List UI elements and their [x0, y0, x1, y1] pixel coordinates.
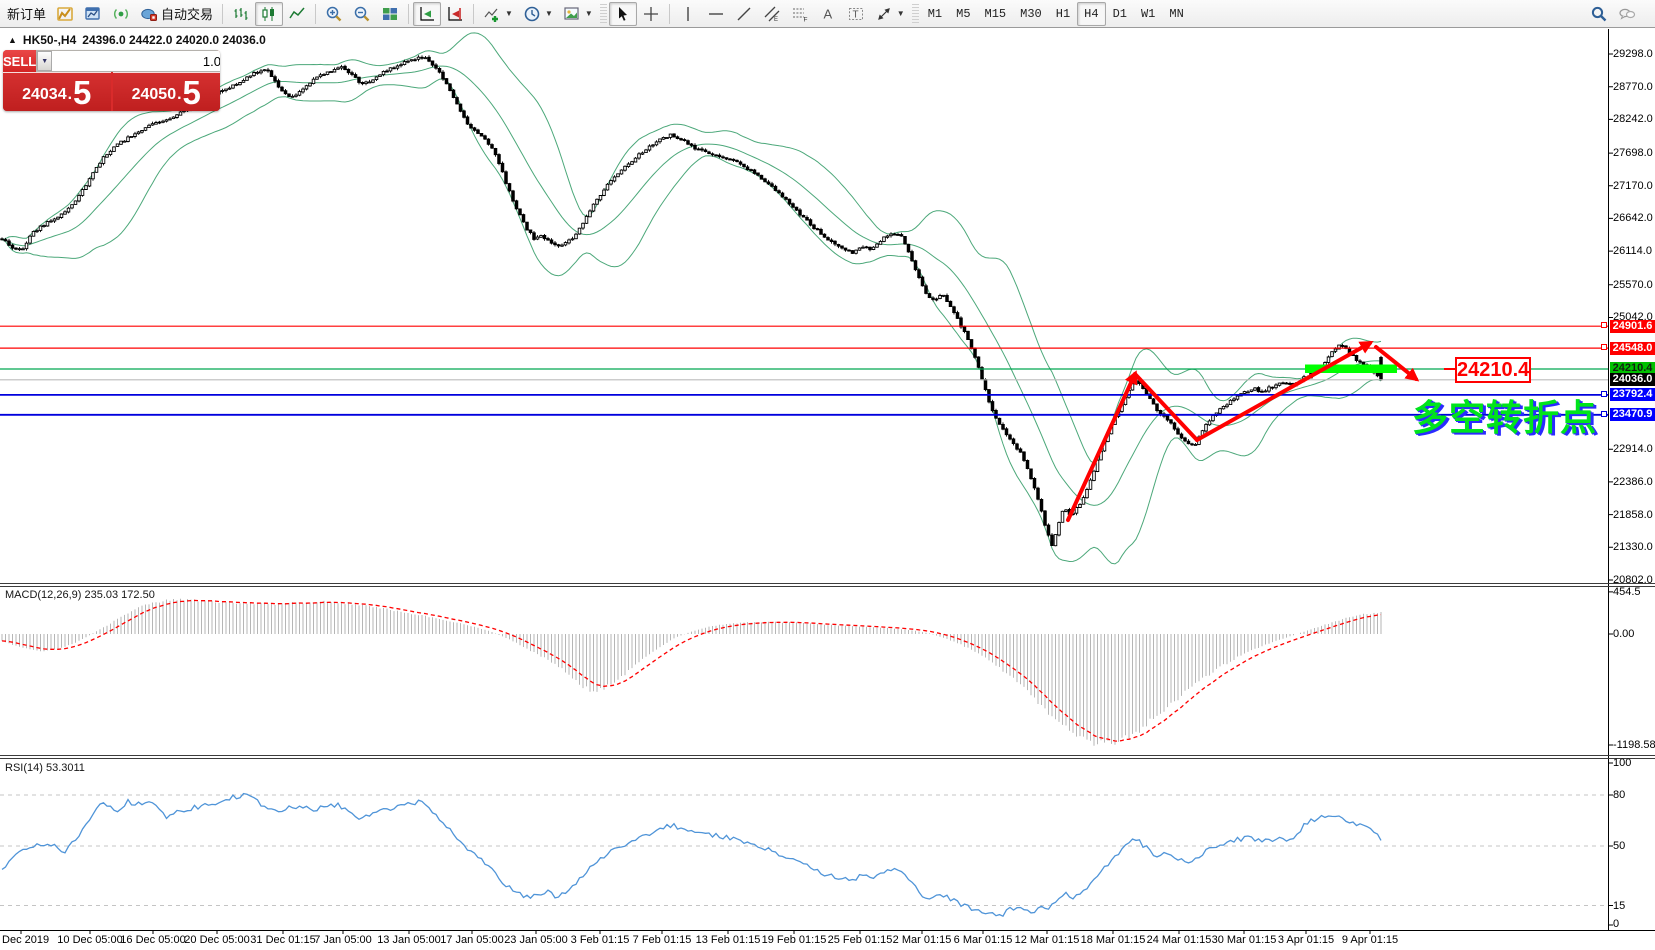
rsi-indicator-label: RSI(14) 53.3011 [5, 762, 85, 774]
price-tick-label: 27170.0 [1613, 180, 1653, 193]
time-tick-label: 10 Dec 05:00 [57, 934, 122, 946]
time-tick-label: 25 Feb 01:15 [828, 934, 893, 946]
sell-price-pips: 5 [73, 78, 91, 108]
order-line-label: 24548.0 [1610, 342, 1655, 355]
price-tick-label: 29298.0 [1613, 48, 1653, 61]
sell-price-tile[interactable]: 24034 . 5 [3, 72, 111, 111]
volume-stepper: ▼ ▲ [36, 50, 220, 72]
price-tick-label: 28770.0 [1613, 81, 1653, 94]
chart-canvas[interactable] [0, 0, 1655, 950]
price-tick-label: 22386.0 [1613, 476, 1653, 489]
turning-point-annotation[interactable]: 多空转折点 [1412, 389, 1597, 441]
rsi-tick-label: 0 [1613, 918, 1619, 931]
sell-price-main: 24034 [22, 82, 67, 108]
price-callout-box[interactable]: 24210.4 [1455, 357, 1531, 383]
time-tick-label: 13 Jan 05:00 [377, 934, 441, 946]
time-tick-label: 9 Apr 01:15 [1342, 934, 1398, 946]
price-tick-label: 26642.0 [1613, 212, 1653, 225]
time-tick-label: 31 Dec 01:15 [250, 934, 315, 946]
buy-price-tile[interactable]: 24050 . 5 [113, 72, 221, 111]
time-tick-label: 7 Jan 05:00 [314, 934, 372, 946]
time-tick-label: 6 Mar 01:15 [954, 934, 1013, 946]
macd-tick-label: 454.5 [1613, 586, 1641, 599]
order-line-label: 24036.0 [1610, 373, 1655, 386]
time-tick-label: 16 Dec 05:00 [120, 934, 185, 946]
time-tick-label: 30 Mar 01:15 [1212, 934, 1277, 946]
time-tick-label: 18 Mar 01:15 [1081, 934, 1146, 946]
rsi-tick-label: 15 [1613, 900, 1625, 913]
time-tick-label: 7 Feb 01:15 [633, 934, 692, 946]
buy-price-pips: 5 [183, 78, 201, 108]
price-tick-label: 22914.0 [1613, 443, 1653, 456]
rsi-tick-label: 100 [1613, 757, 1631, 770]
time-tick-label: 24 Mar 01:15 [1147, 934, 1212, 946]
macd-indicator-label: MACD(12,26,9) 235.03 172.50 [5, 589, 155, 601]
order-line-anchor-icon[interactable] [1601, 391, 1607, 397]
buy-price-dot: . [177, 82, 181, 108]
symbol-timeframe-label: HK50-,H4 [23, 33, 76, 47]
time-tick-label: 3 Feb 01:15 [571, 934, 630, 946]
time-tick-label: 19 Feb 01:15 [762, 934, 827, 946]
volume-input[interactable] [52, 51, 220, 71]
time-tick-label: 17 Jan 05:00 [440, 934, 504, 946]
order-line-label: 23792.4 [1610, 388, 1655, 401]
collapse-icon[interactable]: ▲ [8, 35, 17, 45]
time-tick-label: 13 Feb 01:15 [696, 934, 761, 946]
macd-tick-label: 0.00 [1613, 628, 1634, 641]
time-tick-label: 23 Jan 05:00 [504, 934, 568, 946]
macd-tick-label: -1198.58 [1613, 739, 1655, 752]
ohlc-values: 24396.0 24422.0 24020.0 24036.0 [82, 33, 266, 47]
buy-price-main: 24050 [132, 82, 177, 108]
order-line-anchor-icon[interactable] [1601, 322, 1607, 328]
price-callout-connector [1444, 368, 1455, 370]
order-line-anchor-icon[interactable] [1601, 344, 1607, 350]
price-tick-label: 26114.0 [1613, 245, 1652, 258]
chart-window-title[interactable]: ▲ HK50-,H4 24396.0 24422.0 24020.0 24036… [8, 33, 266, 47]
rsi-tick-label: 50 [1613, 840, 1625, 853]
time-tick-label: 2 Mar 01:15 [893, 934, 952, 946]
time-tick-label: 20 Dec 05:00 [184, 934, 249, 946]
time-tick-label: 4 Dec 2019 [0, 934, 49, 946]
price-tick-label: 27698.0 [1613, 147, 1653, 160]
mt4-window: 新订单 自动交易 [0, 0, 1655, 950]
time-tick-label: 3 Apr 01:15 [1278, 934, 1334, 946]
one-click-trading-panel: SELL ▼ ▲ BUY 24034 . 5 24050 . 5 [3, 50, 220, 111]
sell-button[interactable]: SELL [3, 50, 36, 72]
order-line-label: 24901.6 [1610, 320, 1655, 333]
chart-area: ▲ HK50-,H4 24396.0 24422.0 24020.0 24036… [0, 29, 1655, 950]
price-tick-label: 28242.0 [1613, 113, 1653, 126]
price-tick-label: 21858.0 [1613, 509, 1653, 522]
sell-price-dot: . [68, 82, 72, 108]
order-line-label: 23470.9 [1610, 408, 1655, 421]
price-tick-label: 21330.0 [1613, 541, 1653, 554]
rsi-tick-label: 80 [1613, 789, 1625, 802]
time-tick-label: 12 Mar 01:15 [1015, 934, 1080, 946]
volume-decrease-button[interactable]: ▼ [37, 51, 52, 71]
order-line-anchor-icon[interactable] [1601, 411, 1607, 417]
price-tick-label: 25570.0 [1613, 279, 1653, 292]
